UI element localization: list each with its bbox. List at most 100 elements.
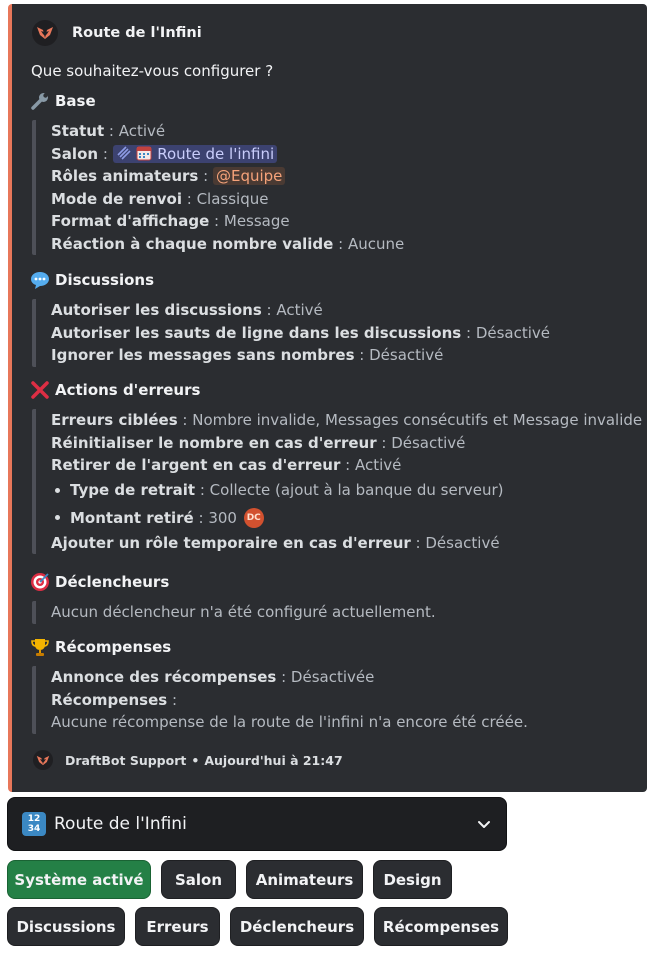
erreurs-button[interactable]: Erreurs [135,907,220,946]
route-select-menu[interactable]: 12 34 Route de l'Infini [7,797,507,851]
field-label: Statut [51,122,105,140]
field-label: Ignorer les messages sans nombres [51,346,355,364]
channel-name: Route de l'infini [157,144,275,163]
field-label: Réinitialiser le nombre en cas d'erreur [51,433,377,452]
footer-avatar [33,750,53,770]
speech-bubble-icon [29,269,51,291]
field-salon: Salon : Route de l'infini [51,143,404,166]
field-money: Retirer de l'argent en cas d'erreur : Ac… [51,456,402,474]
embed-description: Que souhaitez-vous configurer ? [31,62,274,80]
embed-footer: DraftBot Support • Aujourd'hui à 21:47 [33,750,343,770]
field-targeted: Erreurs ciblées : Nombre invalide, Messa… [51,411,643,429]
footer-timestamp: Aujourd'hui à 21:47 [204,752,343,768]
section-title-triggers: Déclencheurs [29,571,169,593]
section-base-label: Base [55,92,96,110]
field-reset: Réinitialiser le nombre en cas d'erreur … [51,433,466,452]
section-title-errors: Actions d'erreurs [29,379,200,401]
field-value: Classique [196,189,269,208]
animateurs-button[interactable]: Animateurs [246,860,363,899]
field-label: Salon [51,144,99,163]
field-label: Montant retiré [70,508,194,527]
system-toggle-button[interactable]: Système activé [7,860,151,899]
field-value: Nombre invalide, Messages consécutifs et… [192,411,643,429]
field-label: Format d'affichage [51,212,210,230]
triggers-empty-text: Aucun déclencheur n'a été configuré actu… [51,603,436,621]
target-icon [29,571,51,593]
bot-avatar[interactable] [32,20,58,46]
rewards-empty-text: Aucune récompense de la route de l'infin… [51,713,528,731]
section-discussions-quote: Autoriser les discussions : Activé Autor… [32,299,550,367]
field-label: Annonce des récompenses [51,668,277,686]
draftbot-logo-icon [37,27,53,39]
field-label: Autoriser les sauts de ligne dans les di… [51,323,462,342]
salon-button[interactable]: Salon [161,860,236,899]
coin-icon: DC [243,507,264,528]
design-button[interactable]: Design [373,860,452,899]
channel-hash-icon [116,145,132,168]
section-rewards-quote: Annonce des récompenses : Désactivée Réc… [32,666,528,734]
field-label: Rôles animateurs [51,167,199,185]
field-roles: Rôles animateurs : @Equipe [51,165,404,188]
keycap-1234-icon: 12 34 [22,812,46,836]
bullet-dot [55,515,60,521]
field-value: 300 [208,508,237,527]
section-errors-quote: Erreurs ciblées : Nombre invalide, Messa… [32,409,642,554]
bullet-dot [55,487,60,493]
field-value: Activé [354,456,402,474]
field-mode: Mode de renvoi : Classique [51,189,269,208]
field-label: Ajouter un rôle temporaire en cas d'erre… [51,533,411,552]
field-value: Désactivée [290,668,375,686]
field-value: Aucune [347,234,405,253]
footer-separator: • [191,752,200,768]
field-value: Message [223,212,290,230]
section-discussions-label: Discussions [55,271,155,289]
draftbot-logo-icon [36,755,50,765]
field-value: Collecte (ajout à la banque du serveur) [209,481,504,500]
field-label: Autoriser les discussions [51,301,262,319]
field-format: Format d'affichage : Message [51,212,290,230]
section-triggers-quote: Aucun déclencheur n'a été configuré actu… [32,601,436,624]
red-x-icon [29,379,51,401]
field-reaction: Réaction à chaque nombre valide : Aucune [51,234,405,253]
section-base-quote: Statut : Activé Salon : Route de l'infin… [32,120,404,255]
field-label: Retirer de l'argent en cas d'erreur [51,456,341,474]
field-value: Désactivé [391,433,466,452]
section-rewards-label: Récompenses [55,638,172,656]
field-label: Type de retrait [70,481,196,500]
section-title-base: Base [29,90,96,112]
field-ignore: Ignorer les messages sans nombres : Désa… [51,346,444,364]
declencheurs-button[interactable]: Déclencheurs [230,907,364,946]
field-statut: Statut : Activé [51,122,166,140]
role-mention[interactable]: @Equipe [212,167,286,185]
section-errors-label: Actions d'erreurs [55,381,201,399]
field-label: Erreurs ciblées [51,411,178,429]
embed-author: Route de l'Infini [32,20,202,46]
field-allow: Autoriser les discussions : Activé [51,301,323,319]
field-value: Désactivé [369,346,444,364]
chevron-down-icon [476,816,492,837]
field-announce: Annonce des récompenses : Désactivée [51,668,375,686]
config-embed: Route de l'Infini Que souhaitez-vous con… [8,4,647,792]
list-item-amount: Montant retiré : 300 DC [51,504,642,532]
field-temprole: Ajouter un rôle temporaire en cas d'erre… [51,533,500,552]
select-value: Route de l'Infini [54,814,187,834]
calendar-icon [136,145,152,168]
discussions-button[interactable]: Discussions [7,907,125,946]
section-title-discussions: Discussions [29,269,154,291]
field-linebreak: Autoriser les sauts de ligne dans les di… [51,323,550,342]
wrench-icon [29,90,51,112]
section-title-rewards: Récompenses [29,636,171,658]
trophy-icon [29,636,51,658]
field-label: Réaction à chaque nombre valide [51,234,334,253]
channel-mention[interactable]: Route de l'infini [112,144,278,163]
field-rewards: Récompenses : [51,690,177,709]
field-value: Activé [276,301,323,319]
field-label: Récompenses [51,690,168,709]
embed-author-name[interactable]: Route de l'Infini [72,25,202,41]
field-value: Désactivé [475,323,550,342]
section-triggers-label: Déclencheurs [55,573,170,591]
field-value: Activé [118,122,166,140]
field-value: Désactivé [425,533,500,552]
field-label: Mode de renvoi [51,189,182,208]
recompenses-button[interactable]: Récompenses [374,907,508,946]
